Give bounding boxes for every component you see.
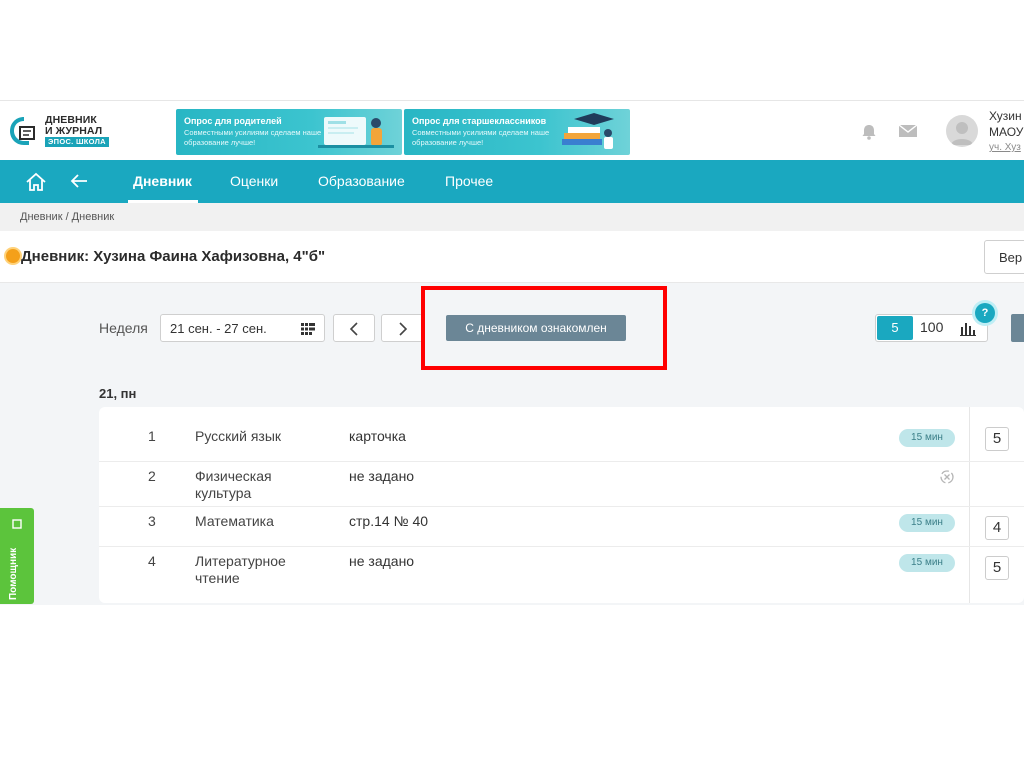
grade-badge[interactable]: 5 <box>985 556 1009 580</box>
lesson-homework[interactable]: не задано <box>349 553 414 569</box>
side-action-button[interactable] <box>1011 314 1024 342</box>
status-dot-icon <box>6 249 20 263</box>
breadcrumb[interactable]: Дневник / Дневник <box>20 211 114 223</box>
stats-chart-icon[interactable] <box>960 321 976 336</box>
lesson-homework[interactable]: не задано <box>349 468 414 484</box>
lesson-row[interactable]: 4 Литературное чтение не задано 15 мин 5 <box>99 547 1024 603</box>
lesson-row[interactable]: 3 Математика стр.14 № 40 15 мин 4 <box>99 507 1024 547</box>
no-homework-icon <box>940 470 954 484</box>
lesson-row[interactable]: 1 Русский язык карточка 15 мин 5 <box>99 407 1024 462</box>
week-label: Неделя <box>99 320 148 336</box>
lesson-row[interactable]: 2 Физическая культура не задано <box>99 462 1024 507</box>
highlight-frame <box>421 286 667 370</box>
header: ДНЕВНИК И ЖУРНАЛ ЭПОС. ШКОЛА Опрос для р… <box>0 102 1024 160</box>
diary-content: Неделя 21 сен. - 27 сен. С дневником озн… <box>0 283 1024 605</box>
page-title: Дневник: Хузина Фаина Хафизовна, 4"б" <box>21 248 326 265</box>
next-week-button[interactable] <box>381 314 423 342</box>
title-row: Дневник: Хузина Фаина Хафизовна, 4"б" Ве… <box>0 231 1024 283</box>
banner-illustration-icon <box>562 113 614 149</box>
banner-title: Опрос для старшеклассников <box>412 116 547 126</box>
logo[interactable]: ДНЕВНИК И ЖУРНАЛ ЭПОС. ШКОЛА <box>7 112 117 152</box>
assistant-box-icon <box>12 519 22 529</box>
bell-icon[interactable] <box>860 123 878 141</box>
logo-line-2: И ЖУРНАЛ <box>45 125 103 137</box>
calendar-icon[interactable] <box>301 323 315 335</box>
main-nav: Дневник Оценки Образование Прочее <box>0 160 1024 203</box>
banner-parents-survey[interactable]: Опрос для родителей Совместными усилиями… <box>176 109 402 155</box>
banner-subtitle: Совместными усилиями сделаем наше образо… <box>412 128 550 147</box>
user-name[interactable]: Хузин <box>989 108 1022 124</box>
banner-students-survey[interactable]: Опрос для старшеклассников Совместными у… <box>404 109 630 155</box>
banner-subtitle: Совместными усилиями сделаем наше образо… <box>184 128 322 147</box>
help-icon[interactable]: ? <box>975 303 995 323</box>
chevron-left-icon <box>349 322 358 336</box>
top-blank-area <box>0 0 1024 101</box>
lesson-number: 1 <box>148 428 156 444</box>
nav-item-education[interactable]: Образование <box>318 173 405 189</box>
user-role-link[interactable]: уч. Хуз <box>989 142 1021 153</box>
duration-badge: 15 мин <box>899 554 955 572</box>
banner-title: Опрос для родителей <box>184 116 282 126</box>
banner-illustration-icon <box>318 117 394 148</box>
lesson-number: 2 <box>148 468 156 484</box>
scale-100-option[interactable]: 100 <box>920 319 943 335</box>
nav-item-other[interactable]: Прочее <box>445 173 493 189</box>
mail-icon[interactable] <box>898 123 918 139</box>
grade-badge[interactable]: 5 <box>985 427 1009 451</box>
assistant-label: Помощник <box>8 547 19 600</box>
assistant-tab[interactable]: Помощник <box>0 508 34 604</box>
prev-week-button[interactable] <box>333 314 375 342</box>
week-date-picker[interactable]: 21 сен. - 27 сен. <box>160 314 325 342</box>
nav-item-diary[interactable]: Дневник <box>133 173 192 189</box>
logo-text: ДНЕВНИК И ЖУРНАЛ <box>45 115 102 137</box>
grade-scale-toggle[interactable]: 5 100 <box>875 314 988 342</box>
lesson-list: 1 Русский язык карточка 15 мин 5 2 Физич… <box>99 407 1024 603</box>
page: ДНЕВНИК И ЖУРНАЛ ЭПОС. ШКОЛА Опрос для р… <box>0 0 1024 767</box>
duration-badge: 15 мин <box>899 429 955 447</box>
user-organization: МАОУ <box>989 125 1024 139</box>
nav-item-grades[interactable]: Оценки <box>230 173 278 189</box>
avatar[interactable] <box>946 115 978 147</box>
date-range: 21 сен. - 27 сен. <box>170 321 267 336</box>
lesson-number: 4 <box>148 553 156 569</box>
logo-mark-icon <box>10 117 35 145</box>
lesson-subject[interactable]: Литературное чтение <box>195 553 325 587</box>
day-label: 21, пн <box>99 386 137 401</box>
lesson-subject[interactable]: Русский язык <box>195 428 325 445</box>
home-icon[interactable] <box>25 171 47 193</box>
duration-badge: 15 мин <box>899 514 955 532</box>
chevron-right-icon <box>399 322 408 336</box>
back-arrow-icon[interactable] <box>70 173 88 189</box>
scale-5-option[interactable]: 5 <box>877 316 913 340</box>
version-button[interactable]: Вер <box>984 240 1024 274</box>
lesson-subject[interactable]: Физическая культура <box>195 468 325 502</box>
lesson-homework[interactable]: карточка <box>349 428 406 444</box>
logo-subtitle: ЭПОС. ШКОЛА <box>45 137 109 147</box>
lesson-subject[interactable]: Математика <box>195 513 325 530</box>
lesson-number: 3 <box>148 513 156 529</box>
grade-badge[interactable]: 4 <box>985 516 1009 540</box>
breadcrumb-bar: Дневник / Дневник <box>0 203 1024 231</box>
user-avatar-icon <box>951 122 973 145</box>
lesson-homework[interactable]: стр.14 № 40 <box>349 513 428 529</box>
